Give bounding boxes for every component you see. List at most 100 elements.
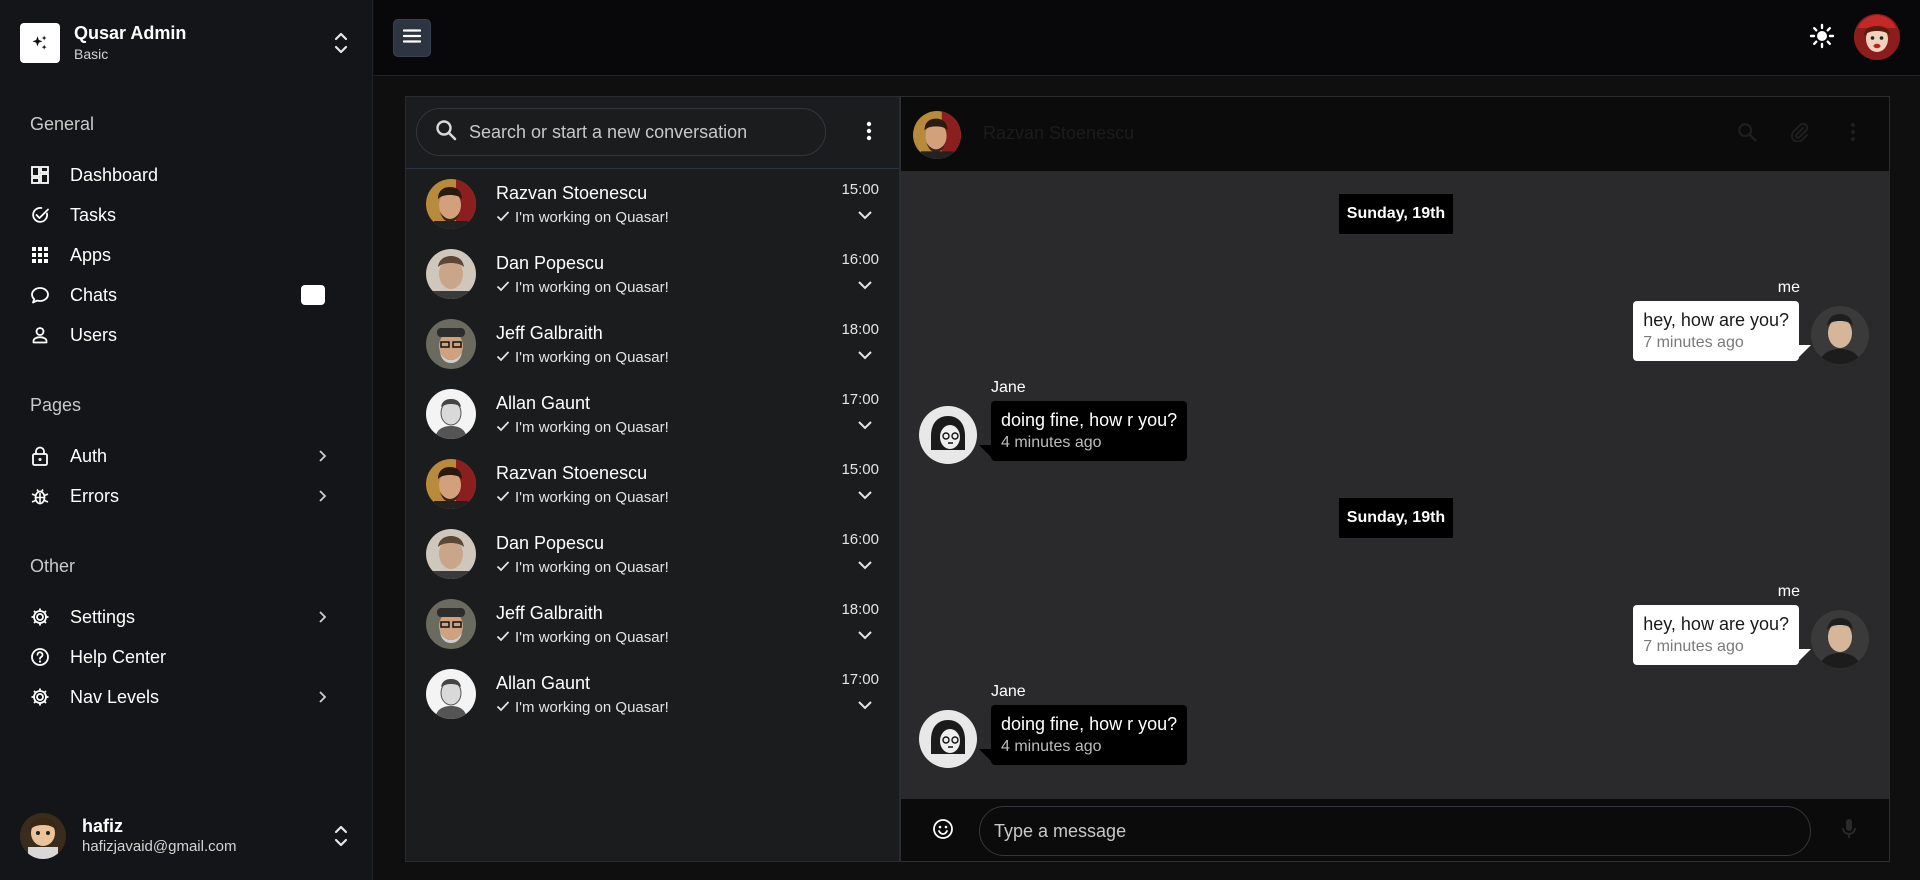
chevron-right-icon — [313, 607, 333, 627]
sidebar-item-auth[interactable]: Auth — [20, 436, 355, 476]
message-composer — [901, 799, 1889, 861]
search-icon — [1737, 122, 1757, 147]
chevron-down-icon[interactable] — [855, 345, 875, 365]
conversation-time: 17:00 — [841, 671, 879, 688]
mic-button[interactable] — [1837, 818, 1861, 845]
chevron-down-icon[interactable] — [855, 485, 875, 505]
chevron-down-icon[interactable] — [855, 205, 875, 225]
theme-toggle-button[interactable] — [1806, 22, 1838, 54]
sidebar-item-label: Auth — [70, 445, 108, 466]
message-text: hey, how are you? — [1643, 614, 1789, 634]
list-item[interactable]: Dan Popescu I'm working on Quasar! 16:00 — [406, 519, 899, 589]
chat-menu-button[interactable] — [1841, 122, 1865, 146]
check-icon — [496, 419, 510, 436]
avatar — [426, 529, 476, 579]
sidebar-item-nav-levels[interactable]: Nav Levels — [20, 677, 355, 717]
paperclip-icon — [1789, 122, 1809, 147]
conversation-name: Dan Popescu — [496, 533, 605, 553]
list-item[interactable]: Dan Popescu I'm working on Quasar! 16:00 — [406, 239, 899, 309]
conversation-time: 17:00 — [841, 391, 879, 408]
list-item[interactable]: Allan Gaunt I'm working on Quasar! 17:00 — [406, 379, 899, 449]
sidebar-item-apps[interactable]: Apps — [20, 235, 355, 275]
sidebar-item-errors[interactable]: Errors — [20, 476, 355, 516]
menu-toggle-button[interactable] — [394, 20, 430, 56]
search-input[interactable] — [469, 121, 809, 143]
check-icon — [496, 699, 510, 716]
hamburger-icon — [402, 28, 422, 48]
date-separator: Sunday, 19th — [1339, 498, 1453, 538]
bubble-tail — [1799, 345, 1811, 357]
unfold-icon[interactable] — [329, 821, 353, 851]
message-field[interactable] — [979, 806, 1811, 856]
chat-header: Razvan Stoenescu — [901, 97, 1889, 171]
user-switcher[interactable]: hafiz hafizjavaid@gmail.com — [20, 808, 353, 864]
sidebar-item-settings[interactable]: Settings — [20, 597, 355, 637]
list-item[interactable]: Jeff Galbraith I'm working on Quasar! 18… — [406, 309, 899, 379]
conversation-preview: I'm working on Quasar! — [496, 699, 669, 716]
conversation-message: I'm working on Quasar! — [515, 559, 669, 576]
section-pages: Pages — [30, 395, 82, 415]
chevron-down-icon[interactable] — [855, 625, 875, 645]
more-vertical-icon — [1850, 122, 1856, 147]
chat-bubble-icon — [30, 285, 50, 305]
sidebar-item-tasks[interactable]: Tasks — [20, 195, 355, 235]
list-item[interactable]: Allan Gaunt I'm working on Quasar! 17:00 — [406, 659, 899, 729]
attach-button[interactable] — [1787, 122, 1811, 146]
check-icon — [496, 559, 510, 576]
list-item[interactable]: Jeff Galbraith I'm working on Quasar! 18… — [406, 589, 899, 659]
chat-search-button[interactable] — [1735, 122, 1759, 146]
unfold-icon[interactable] — [329, 28, 353, 58]
avatar — [1811, 610, 1869, 668]
conversation-message: I'm working on Quasar! — [515, 629, 669, 646]
message-sender: Jane — [991, 683, 1026, 700]
conversation-preview: I'm working on Quasar! — [496, 209, 669, 226]
message-bubble: doing fine, how r you? 4 minutes ago — [991, 705, 1188, 765]
microphone-icon — [1841, 818, 1857, 845]
avatar — [919, 710, 977, 768]
check-icon — [496, 629, 510, 646]
conversation-message: I'm working on Quasar! — [515, 349, 669, 366]
brand-subtitle: Basic — [74, 46, 109, 62]
sidebar-item-chats[interactable]: Chats — [20, 275, 355, 315]
chevron-down-icon[interactable] — [855, 415, 875, 435]
list-item[interactable]: Razvan Stoenescu I'm working on Quasar! … — [406, 449, 899, 519]
conversation-list: Razvan Stoenescu I'm working on Quasar! … — [405, 96, 900, 862]
avatar[interactable] — [1854, 14, 1900, 60]
avatar[interactable] — [913, 111, 961, 159]
check-icon — [496, 209, 510, 226]
sidebar-item-label: Tasks — [70, 204, 117, 225]
list-item[interactable]: Razvan Stoenescu I'm working on Quasar! … — [406, 169, 899, 239]
conversation-time: 16:00 — [841, 251, 879, 268]
avatar — [426, 319, 476, 369]
chevron-down-icon[interactable] — [855, 275, 875, 295]
conversation-time: 15:00 — [841, 461, 879, 478]
sidebar-item-help-center[interactable]: Help Center — [20, 637, 355, 677]
bubble-tail — [1799, 649, 1811, 661]
sidebar-item-label: Users — [70, 324, 118, 345]
help-circle-icon — [30, 647, 50, 667]
avatar — [426, 459, 476, 509]
sidebar-item-label: Settings — [70, 606, 136, 627]
conversation-preview: I'm working on Quasar! — [496, 489, 669, 506]
search-box[interactable] — [416, 108, 826, 156]
sidebar-item-label: Help Center — [70, 646, 167, 667]
sidebar-item-dashboard[interactable]: Dashboard — [20, 155, 355, 195]
message-time: 7 minutes ago — [1643, 638, 1744, 655]
conversation-name: Dan Popescu — [496, 253, 605, 273]
conversation-name: Razvan Stoenescu — [496, 183, 648, 203]
message-text: hey, how are you? — [1643, 310, 1789, 330]
sidebar-item-users[interactable]: Users — [20, 315, 355, 355]
sidebar-item-label: Dashboard — [70, 164, 159, 185]
message-sender: me — [1777, 279, 1800, 296]
conversation-name: Allan Gaunt — [496, 393, 591, 413]
chevron-right-icon — [313, 687, 333, 707]
list-menu-button[interactable] — [857, 121, 881, 145]
chevron-down-icon[interactable] — [855, 695, 875, 715]
emoji-button[interactable] — [931, 818, 955, 843]
message-time: 4 minutes ago — [1001, 434, 1102, 451]
conversation-name: Razvan Stoenescu — [496, 463, 648, 483]
message-input[interactable] — [994, 820, 1774, 842]
message-text: doing fine, how r you? — [1001, 410, 1178, 430]
chevron-down-icon[interactable] — [855, 555, 875, 575]
brand-switcher[interactable]: Qusar Admin Basic — [20, 20, 353, 66]
